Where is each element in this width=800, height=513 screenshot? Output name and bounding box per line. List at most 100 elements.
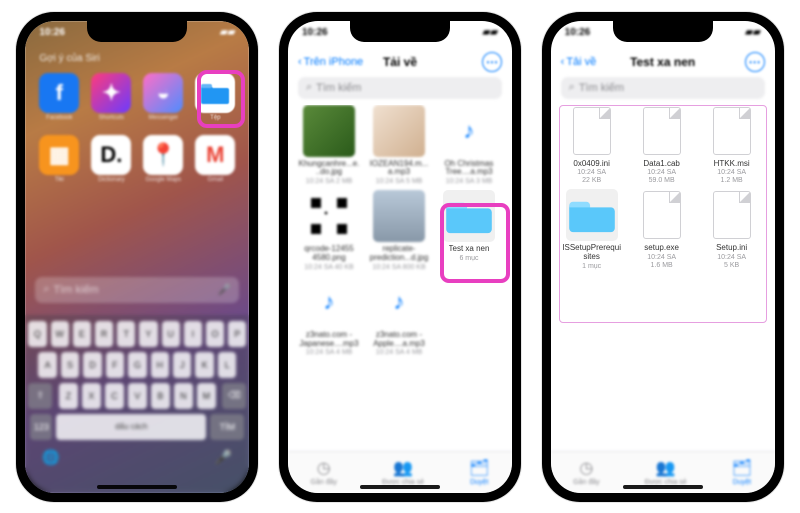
key-j[interactable]: j bbox=[173, 352, 191, 378]
file-item[interactable]: Khungcanhre...e...do.jpg10:24 SA 2 MB bbox=[296, 105, 362, 187]
key-h[interactable]: h bbox=[151, 352, 169, 378]
space-key[interactable]: dấu cách bbox=[56, 414, 206, 440]
home-indicator[interactable] bbox=[360, 485, 440, 489]
key-w[interactable]: w bbox=[51, 321, 69, 347]
doc-icon bbox=[636, 189, 688, 241]
dictation-icon[interactable]: 🎤 bbox=[215, 449, 232, 466]
tab-browse[interactable]: 🗂Duyệt bbox=[469, 458, 489, 486]
tab-recent[interactable]: ◷Gần đây bbox=[311, 458, 337, 486]
tab-shared[interactable]: 👥Được chia sẻ bbox=[382, 458, 424, 486]
mic-icon[interactable]: 🎤 bbox=[218, 283, 232, 296]
search-icon: ⌕ bbox=[43, 283, 49, 296]
nav-title: Test xa nen bbox=[630, 55, 695, 69]
key-d[interactable]: d bbox=[83, 352, 101, 378]
file-name: qrcode-12455 4580.png bbox=[298, 245, 360, 263]
chevron-left-icon: ‹ bbox=[298, 56, 302, 68]
key-p[interactable]: p bbox=[228, 321, 246, 347]
nav-bar: ‹ Tải về Test xa nen ⋯ bbox=[551, 49, 775, 75]
photo-icon bbox=[373, 190, 425, 242]
delete-key[interactable]: ⌫ bbox=[222, 383, 246, 409]
back-button[interactable]: ‹ Trên iPhone bbox=[298, 56, 363, 68]
file-item[interactable]: Data1.cab10:24 SA 59.0 MB bbox=[629, 105, 695, 186]
more-button[interactable]: ⋯ bbox=[482, 52, 502, 72]
file-item[interactable]: IOZEAN194.m...a.mp310:24 SA 5 MB bbox=[366, 105, 432, 187]
search-icon: ⌕ bbox=[306, 81, 312, 94]
app-label: Shortcuts bbox=[99, 115, 124, 121]
phone-files-folder: 10:26 ▰▰ ‹ Tải về Test xa nen ⋯ ⌕ Tìm ki… bbox=[542, 12, 784, 502]
more-button[interactable]: ⋯ bbox=[745, 52, 765, 72]
numbers-key[interactable]: 123 bbox=[30, 414, 52, 440]
app-dictionary[interactable]: D.Dictionary bbox=[89, 135, 133, 191]
file-item[interactable]: ISSetupPrerequisites1 mục bbox=[559, 189, 625, 271]
keyboard[interactable]: qwertyuiop asdfghjkl ⇧ zxcvbnm ⌫ 123 dấu… bbox=[25, 315, 249, 493]
app-messenger[interactable]: ◒Messenger bbox=[141, 73, 185, 129]
search-placeholder: Tìm kiếm bbox=[316, 82, 361, 94]
spotlight-search[interactable]: ⌕ Tìm kiếm 🎤 bbox=[35, 277, 239, 303]
file-meta: 10:24 SA 1.2 MB bbox=[717, 169, 746, 185]
file-name: Setup.ini bbox=[716, 244, 747, 253]
app-gmail[interactable]: MGmail bbox=[193, 135, 237, 191]
file-meta: 10:24 SA 4 MB bbox=[376, 349, 423, 357]
home-indicator[interactable] bbox=[623, 485, 703, 489]
back-button[interactable]: ‹ Tải về bbox=[561, 56, 597, 68]
app-facebook[interactable]: fFacebook bbox=[37, 73, 81, 129]
app-label: Messenger bbox=[148, 115, 178, 121]
file-item[interactable]: Setup.ini10:24 SA 5 KB bbox=[699, 189, 765, 271]
file-item[interactable]: replicate-prediction...d.jpg10:24 SA 800… bbox=[366, 190, 432, 272]
phone-home: 10:26 ▰▰ Gợi ý của Siri fFacebook✦Shortc… bbox=[16, 12, 258, 502]
key-z[interactable]: z bbox=[59, 383, 78, 409]
key-o[interactable]: o bbox=[206, 321, 224, 347]
shift-key[interactable]: ⇧ bbox=[28, 383, 52, 409]
app-tiki[interactable]: ▦Tiki bbox=[37, 135, 81, 191]
shared-icon: 👥 bbox=[393, 458, 413, 478]
file-item[interactable]: ♪Oh Christmas Tree....a.mp310:24 SA 3 MB bbox=[436, 105, 502, 187]
file-item[interactable]: setup.exe10:24 SA 1.6 MB bbox=[629, 189, 695, 271]
file-meta: 10:24 SA 2 MB bbox=[306, 178, 353, 186]
file-item[interactable]: ♪z3nato.com - Japanese....mp310:24 SA 4 … bbox=[296, 276, 362, 358]
file-name: Khungcanhre...e...do.jpg bbox=[298, 160, 360, 178]
key-c[interactable]: c bbox=[105, 383, 124, 409]
key-a[interactable]: a bbox=[38, 352, 56, 378]
key-f[interactable]: f bbox=[106, 352, 124, 378]
key-v[interactable]: v bbox=[128, 383, 147, 409]
return-key[interactable]: tìm bbox=[210, 414, 244, 440]
key-s[interactable]: s bbox=[61, 352, 79, 378]
key-i[interactable]: i bbox=[184, 321, 202, 347]
file-item[interactable]: ♪z3nato.com - Apple....a.mp310:24 SA 4 M… bbox=[366, 276, 432, 358]
status-battery-icon: ▰▰ bbox=[483, 27, 498, 38]
files-grid[interactable]: 0x0409.ini10:24 SA 22 KBData1.cab10:24 S… bbox=[559, 105, 767, 433]
key-x[interactable]: x bbox=[82, 383, 101, 409]
key-q[interactable]: q bbox=[28, 321, 46, 347]
files-search[interactable]: ⌕ Tìm kiếm bbox=[561, 77, 765, 99]
files-search[interactable]: ⌕ Tìm kiếm bbox=[298, 77, 502, 99]
key-y[interactable]: y bbox=[139, 321, 157, 347]
tab-shared[interactable]: 👥Được chia sẻ bbox=[645, 458, 687, 486]
img1-icon bbox=[303, 105, 355, 157]
key-t[interactable]: t bbox=[117, 321, 135, 347]
key-m[interactable]: m bbox=[197, 383, 216, 409]
app-shortcuts[interactable]: ✦Shortcuts bbox=[89, 73, 133, 129]
tab-recent[interactable]: ◷Gần đây bbox=[573, 458, 599, 486]
key-u[interactable]: u bbox=[162, 321, 180, 347]
file-name: 0x0409.ini bbox=[573, 160, 609, 169]
file-name: ISSetupPrerequisites bbox=[561, 244, 623, 262]
file-name: HTKK.msi bbox=[714, 160, 750, 169]
app-label: Facebook bbox=[46, 115, 72, 121]
app-icon-glyph: D. bbox=[91, 135, 131, 175]
key-k[interactable]: k bbox=[195, 352, 213, 378]
home-indicator[interactable] bbox=[97, 485, 177, 489]
key-e[interactable]: e bbox=[73, 321, 91, 347]
file-item[interactable]: HTKK.msi10:24 SA 1.2 MB bbox=[699, 105, 765, 186]
globe-icon[interactable]: 🌐 bbox=[42, 449, 59, 466]
key-l[interactable]: l bbox=[218, 352, 236, 378]
file-item[interactable]: 0x0409.ini10:24 SA 22 KB bbox=[559, 105, 625, 186]
tab-browse[interactable]: 🗂Duyệt bbox=[732, 458, 752, 486]
doc-icon bbox=[566, 105, 618, 157]
key-r[interactable]: r bbox=[95, 321, 113, 347]
key-n[interactable]: n bbox=[174, 383, 193, 409]
file-item[interactable]: qrcode-12455 4580.png10:24 SA 40 KB bbox=[296, 190, 362, 272]
file-meta: 10:24 SA 3 MB bbox=[446, 178, 493, 186]
key-b[interactable]: b bbox=[151, 383, 170, 409]
key-g[interactable]: g bbox=[128, 352, 146, 378]
app-google-maps[interactable]: 📍Google Maps bbox=[141, 135, 185, 191]
